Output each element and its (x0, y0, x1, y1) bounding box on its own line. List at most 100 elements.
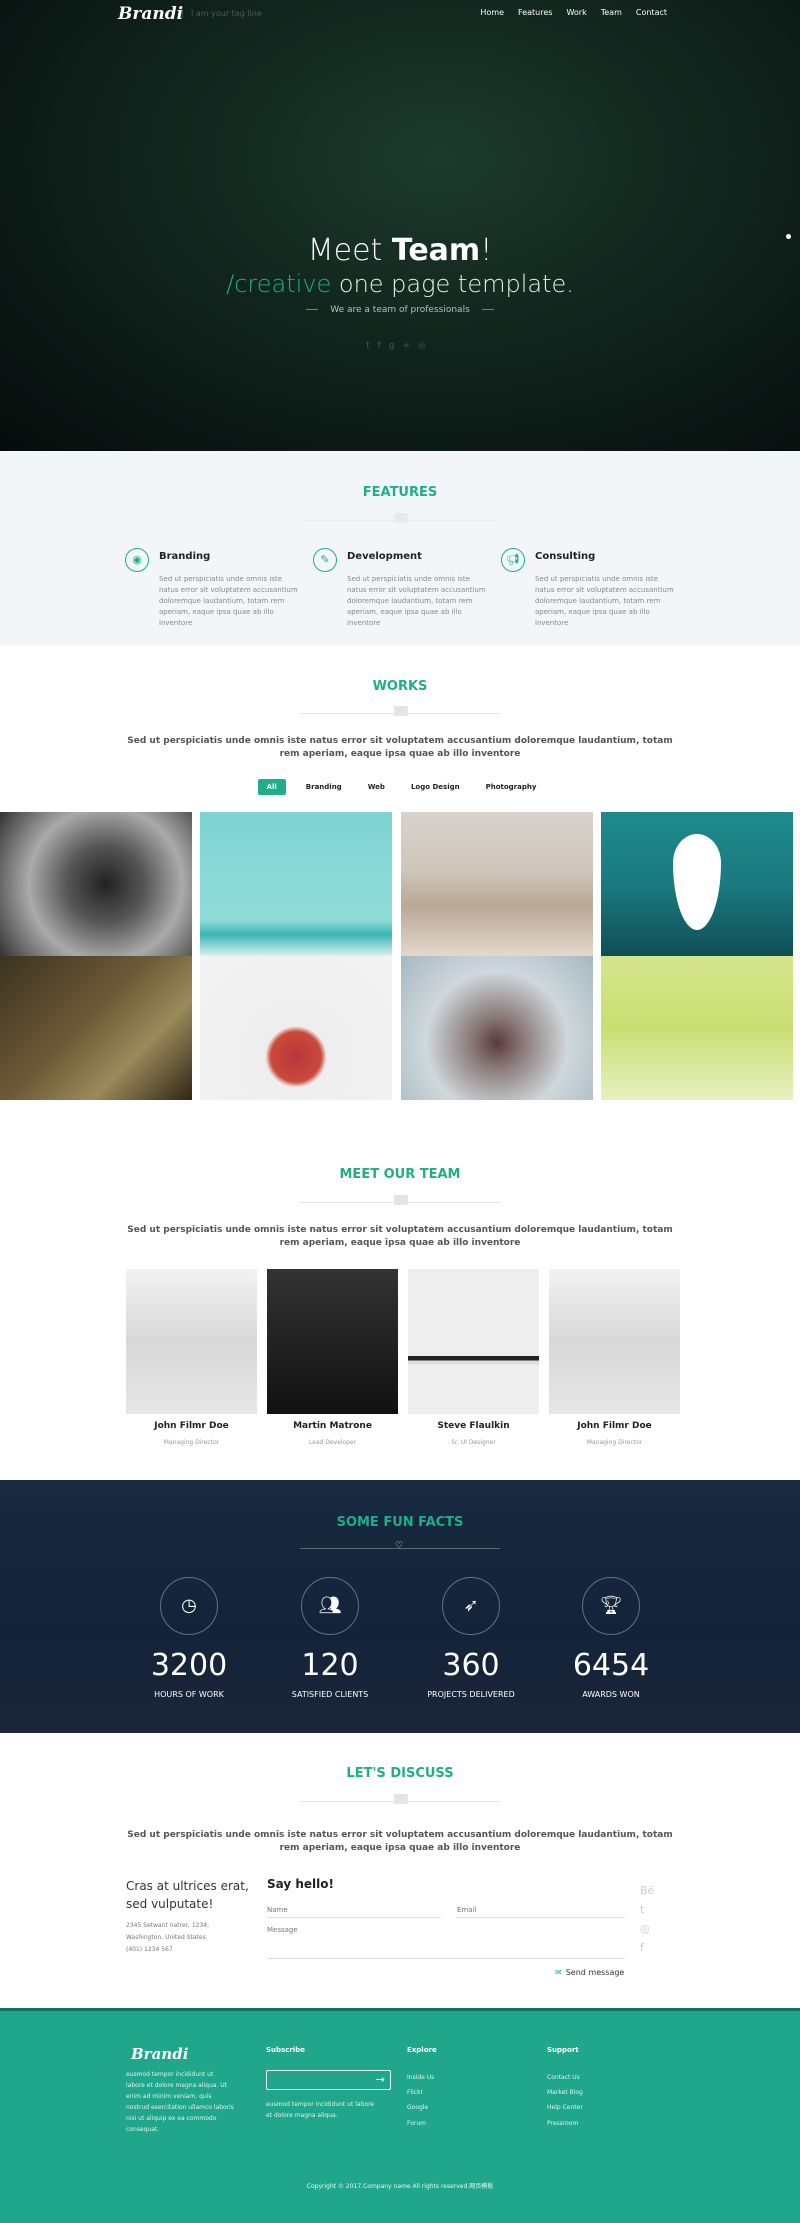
fact-value: 3200 (150, 1648, 228, 1683)
slider-dot[interactable] (786, 234, 791, 239)
nav-home[interactable]: Home (480, 8, 504, 17)
email-input[interactable] (457, 1903, 625, 1918)
hero-social: tfg+◎ (0, 341, 800, 351)
fact-value: 120 (301, 1648, 359, 1683)
github-icon: ◉ (125, 548, 149, 572)
member-name: John Filmr Doe (154, 1421, 229, 1431)
copyright: Copyright © 2017.Company name All rights… (306, 2183, 494, 2190)
bullhorn-icon: 📢︎ (501, 548, 525, 572)
work-item[interactable] (601, 956, 793, 1100)
message-input[interactable] (267, 1926, 625, 1959)
send-label: Send message (565, 1968, 625, 1977)
explore-title: Explore (407, 2046, 437, 2054)
footer-link[interactable]: Contact Us (547, 2074, 580, 2081)
address: 2345 Setwant natrer, 1234, Washington. Un… (126, 1920, 209, 1956)
heart-icon: ♡ (395, 1541, 404, 1551)
contact-heading: Cras at ultrices erat, sed vulputate! (126, 1879, 249, 1911)
rocket-icon: ➶ (442, 1577, 500, 1635)
nav-features[interactable]: Features (518, 8, 552, 17)
work-item[interactable] (200, 956, 392, 1100)
footer-link[interactable]: Google (407, 2104, 428, 2111)
footer-link[interactable]: Pressroom (547, 2120, 578, 2127)
member-photo (549, 1269, 680, 1414)
filter-logo-design[interactable]: Logo Design (405, 779, 466, 795)
address-line: Washington. United States. (126, 1934, 208, 1941)
feature-text: Sed ut perspiciatis unde omnis iste natu… (347, 575, 486, 627)
footer-about: eusmod tempor incididunt ut labore et do… (126, 2071, 234, 2133)
main-nav: Home Features Work Team Contact (480, 8, 667, 17)
address-line: 2345 Setwant natrer, 1234, (126, 1922, 209, 1929)
facebook-icon[interactable]: f (378, 341, 389, 351)
member-name: Steve Flaulkin (437, 1421, 510, 1431)
member-role: Lead Developer (308, 1439, 357, 1446)
member-role: Managing Director (163, 1439, 220, 1446)
work-item[interactable] (0, 956, 192, 1100)
nav-team[interactable]: Team (601, 8, 622, 17)
footer-link[interactable]: Inside Us (407, 2074, 434, 2081)
feature-title: Branding (159, 551, 211, 562)
dribbble-icon[interactable]: ◎ (418, 341, 434, 351)
contact-social: Bē t ◎ f (640, 1884, 654, 1954)
filter-branding[interactable]: Branding (300, 779, 348, 795)
feature-title: Consulting (535, 551, 596, 562)
fact-value: 360 (442, 1648, 500, 1683)
work-item[interactable] (0, 812, 192, 956)
twitter-icon[interactable]: t (366, 341, 378, 351)
member-photo (267, 1269, 398, 1414)
hero-title-b: Team (391, 233, 481, 268)
work-item[interactable] (601, 812, 793, 956)
member-role: Sr. UI Designer (451, 1439, 496, 1446)
hero-title-a: Meet (307, 233, 392, 268)
envelope-icon: ✉ (555, 1968, 562, 1977)
send-message-button[interactable]: ✉ Send message (555, 1968, 624, 1977)
filter-web[interactable]: Web (362, 779, 391, 795)
feature-text: Sed ut perspiciatis unde omnis iste natu… (535, 575, 674, 627)
nav-work[interactable]: Work (566, 8, 586, 17)
footer-link[interactable]: Forum (407, 2120, 426, 2127)
fact-label: PROJECTS DELIVERED (427, 1690, 515, 1699)
twitter-icon[interactable]: t (640, 1903, 654, 1916)
name-input[interactable] (267, 1903, 441, 1918)
hero-title-c: ! (480, 233, 493, 268)
fact-label: AWARDS WON (582, 1690, 640, 1699)
divider (300, 1195, 500, 1205)
footer-link[interactable]: Market Blog (547, 2089, 583, 2096)
hero-subtitle: /creative one page template. (0, 270, 800, 298)
member-name: Martin Matrone (293, 1421, 372, 1431)
member-name: John Filmr Doe (577, 1421, 652, 1431)
trophy-icon: 🏆︎ (582, 1577, 640, 1635)
subscribe-input[interactable]: → (266, 2070, 391, 2090)
work-filters: All Branding Web Logo Design Photography (0, 779, 800, 795)
nav-logo[interactable]: Brandi (118, 4, 183, 24)
footer-link[interactable]: Help Center (547, 2104, 583, 2111)
form-title: Say hello! (267, 1877, 334, 1891)
filter-all[interactable]: All (257, 779, 286, 795)
hero-tagline: We are a team of professionals (0, 305, 800, 315)
footer-link[interactable]: Flickr (407, 2089, 423, 2096)
pencil-icon: ✎ (313, 548, 337, 572)
nav-contact[interactable]: Contact (636, 8, 667, 17)
works-title: WORKS (372, 679, 428, 694)
filter-photography[interactable]: Photography (480, 779, 543, 795)
clock-icon: ◷ (160, 1577, 218, 1635)
arrow-right-icon[interactable]: → (376, 2073, 385, 2086)
hero-sub-rest: one page template. (331, 270, 574, 298)
google-plus-icon[interactable]: g+ (389, 341, 418, 351)
phone: (401) 1234 567 (126, 1946, 173, 1953)
work-item[interactable] (401, 812, 593, 956)
member-photo (126, 1269, 257, 1414)
facebook-icon[interactable]: f (640, 1941, 654, 1954)
footer (0, 2008, 800, 2223)
subscribe-text: eusmod tempor incididunt ut labore et do… (266, 2101, 375, 2119)
fact-label: SATISFIED CLIENTS (291, 1690, 369, 1699)
dribbble-icon[interactable]: ◎ (640, 1922, 654, 1935)
member-photo (408, 1269, 539, 1414)
tagline: I am your tag line (182, 9, 262, 18)
footer-logo: Brandi (131, 2045, 189, 2063)
behance-icon[interactable]: Bē (640, 1884, 654, 1897)
team-text: Sed ut perspiciatis unde omnis iste natu… (127, 1225, 673, 1248)
work-item[interactable] (401, 956, 593, 1100)
work-item[interactable] (200, 812, 392, 956)
discuss-title: LET'S DISCUSS (346, 1766, 454, 1781)
hero-sub-accent: /creative (226, 270, 332, 298)
